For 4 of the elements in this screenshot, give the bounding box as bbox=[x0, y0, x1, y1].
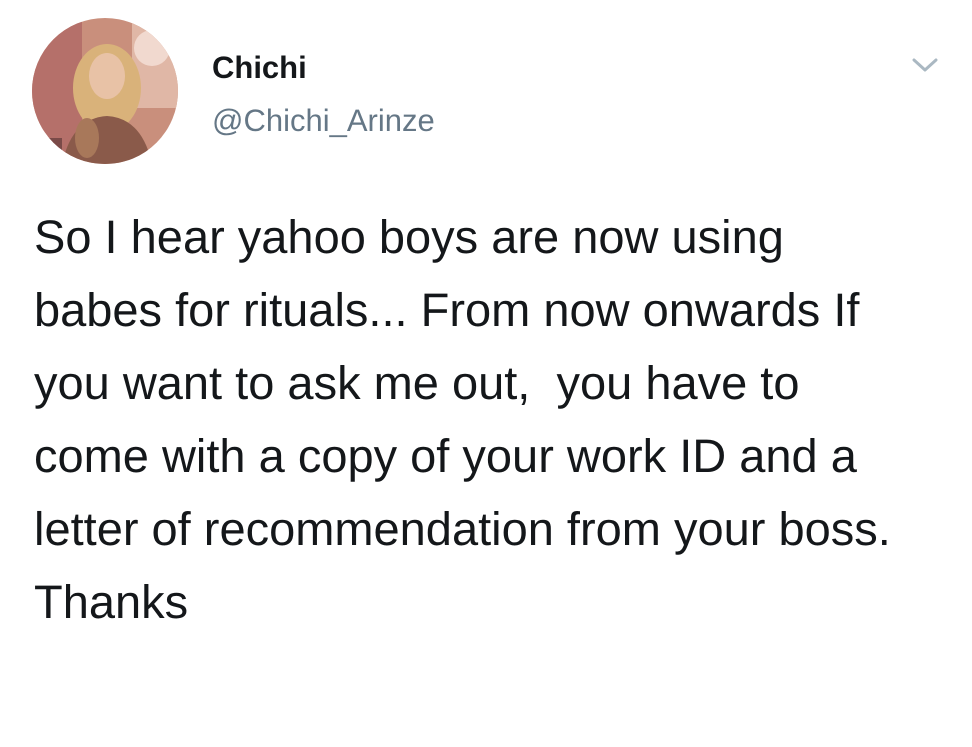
author-name: Chichi bbox=[212, 49, 308, 87]
tweet-text: So I hear yahoo boys are now using babes for rituals... From now onwards If you want to ask me out, you have to come with a copy of your work ID and a letter of recommendation from your boss. Thanks bbox=[34, 209, 892, 630]
author-handle: @Chichi_Arinze bbox=[212, 102, 435, 140]
chevron-down-icon[interactable] bbox=[912, 58, 938, 73]
